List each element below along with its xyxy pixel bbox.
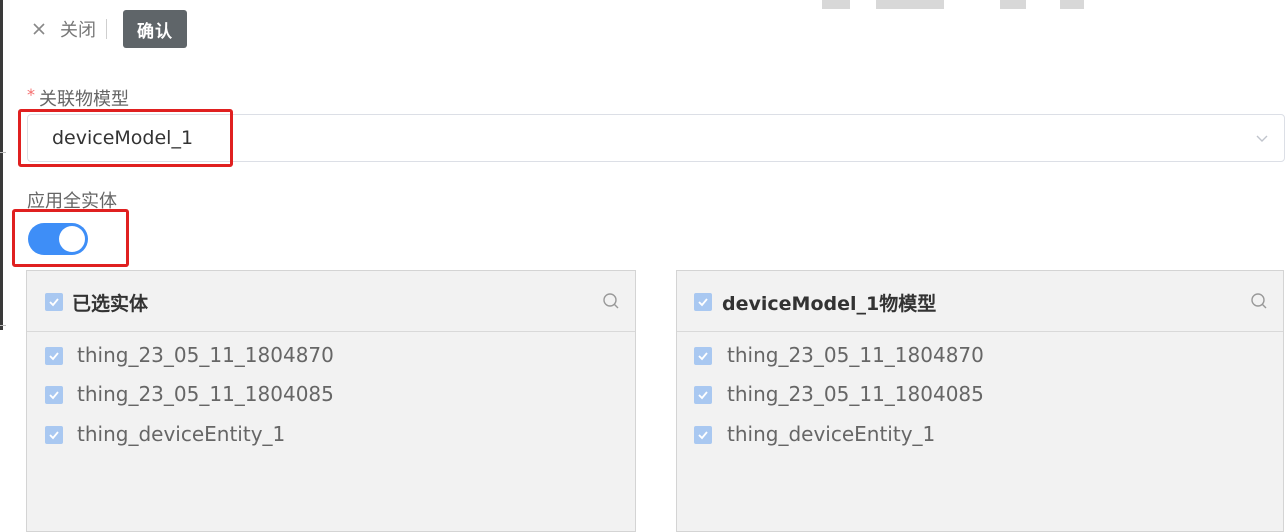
top-edge-fragment <box>1060 0 1084 9</box>
left-edge-bar <box>0 0 3 330</box>
list-item-label: thing_deviceEntity_1 <box>77 422 286 446</box>
list-item[interactable]: thing_23_05_11_1804085 <box>27 376 635 414</box>
list-item-label: thing_23_05_11_1804085 <box>77 382 334 406</box>
list-item[interactable]: thing_23_05_11_1804870 <box>27 337 635 375</box>
model-entities-panel: deviceModel_1物模型 thing_23_05_11_1804870 … <box>676 270 1284 532</box>
list-item-label: thing_deviceEntity_1 <box>727 422 936 446</box>
highlight-box-model <box>18 109 233 167</box>
top-edge-fragment <box>822 0 850 9</box>
search-icon[interactable] <box>1249 291 1269 311</box>
panel-header: 已选实体 <box>27 271 635 332</box>
list-item[interactable]: thing_deviceEntity_1 <box>27 416 635 454</box>
item-checkbox[interactable] <box>694 347 712 365</box>
list-item-label: thing_23_05_11_1804085 <box>727 382 984 406</box>
close-button[interactable]: 关闭 <box>30 16 96 42</box>
list-item[interactable]: thing_23_05_11_1804085 <box>677 376 1283 414</box>
model-field-label-text: 关联物模型 <box>39 89 129 110</box>
highlight-box-toggle <box>12 209 129 267</box>
confirm-button[interactable]: 确认 <box>123 10 187 48</box>
select-all-checkbox[interactable] <box>45 293 63 311</box>
model-field-label: * 关联物模型 <box>27 85 129 111</box>
required-mark: * <box>27 85 35 104</box>
list-item-label: thing_23_05_11_1804870 <box>77 343 334 367</box>
item-checkbox[interactable] <box>694 386 712 404</box>
close-label: 关闭 <box>60 20 96 41</box>
list-item[interactable]: thing_23_05_11_1804870 <box>677 337 1283 375</box>
edge-tick <box>0 152 6 153</box>
panel-title: 已选实体 <box>72 293 149 315</box>
item-checkbox[interactable] <box>45 386 63 404</box>
toolbar: 关闭 确认 <box>30 9 187 49</box>
selected-entities-panel: 已选实体 thing_23_05_11_1804870 thing_23_05_… <box>26 270 636 532</box>
edge-tick <box>0 325 6 326</box>
chevron-down-icon <box>1254 130 1270 146</box>
panel-title: deviceModel_1物模型 <box>722 293 937 315</box>
close-icon <box>30 20 48 38</box>
panel-header: deviceModel_1物模型 <box>677 271 1283 332</box>
item-checkbox[interactable] <box>45 426 63 444</box>
item-checkbox[interactable] <box>694 426 712 444</box>
list-item[interactable]: thing_deviceEntity_1 <box>677 416 1283 454</box>
search-icon[interactable] <box>601 291 621 311</box>
toolbar-divider <box>106 19 107 39</box>
item-checkbox[interactable] <box>45 347 63 365</box>
list-item-label: thing_23_05_11_1804870 <box>727 343 984 367</box>
top-edge-fragment <box>1000 0 1026 9</box>
select-all-checkbox[interactable] <box>694 293 712 311</box>
top-edge-fragment <box>876 0 944 9</box>
